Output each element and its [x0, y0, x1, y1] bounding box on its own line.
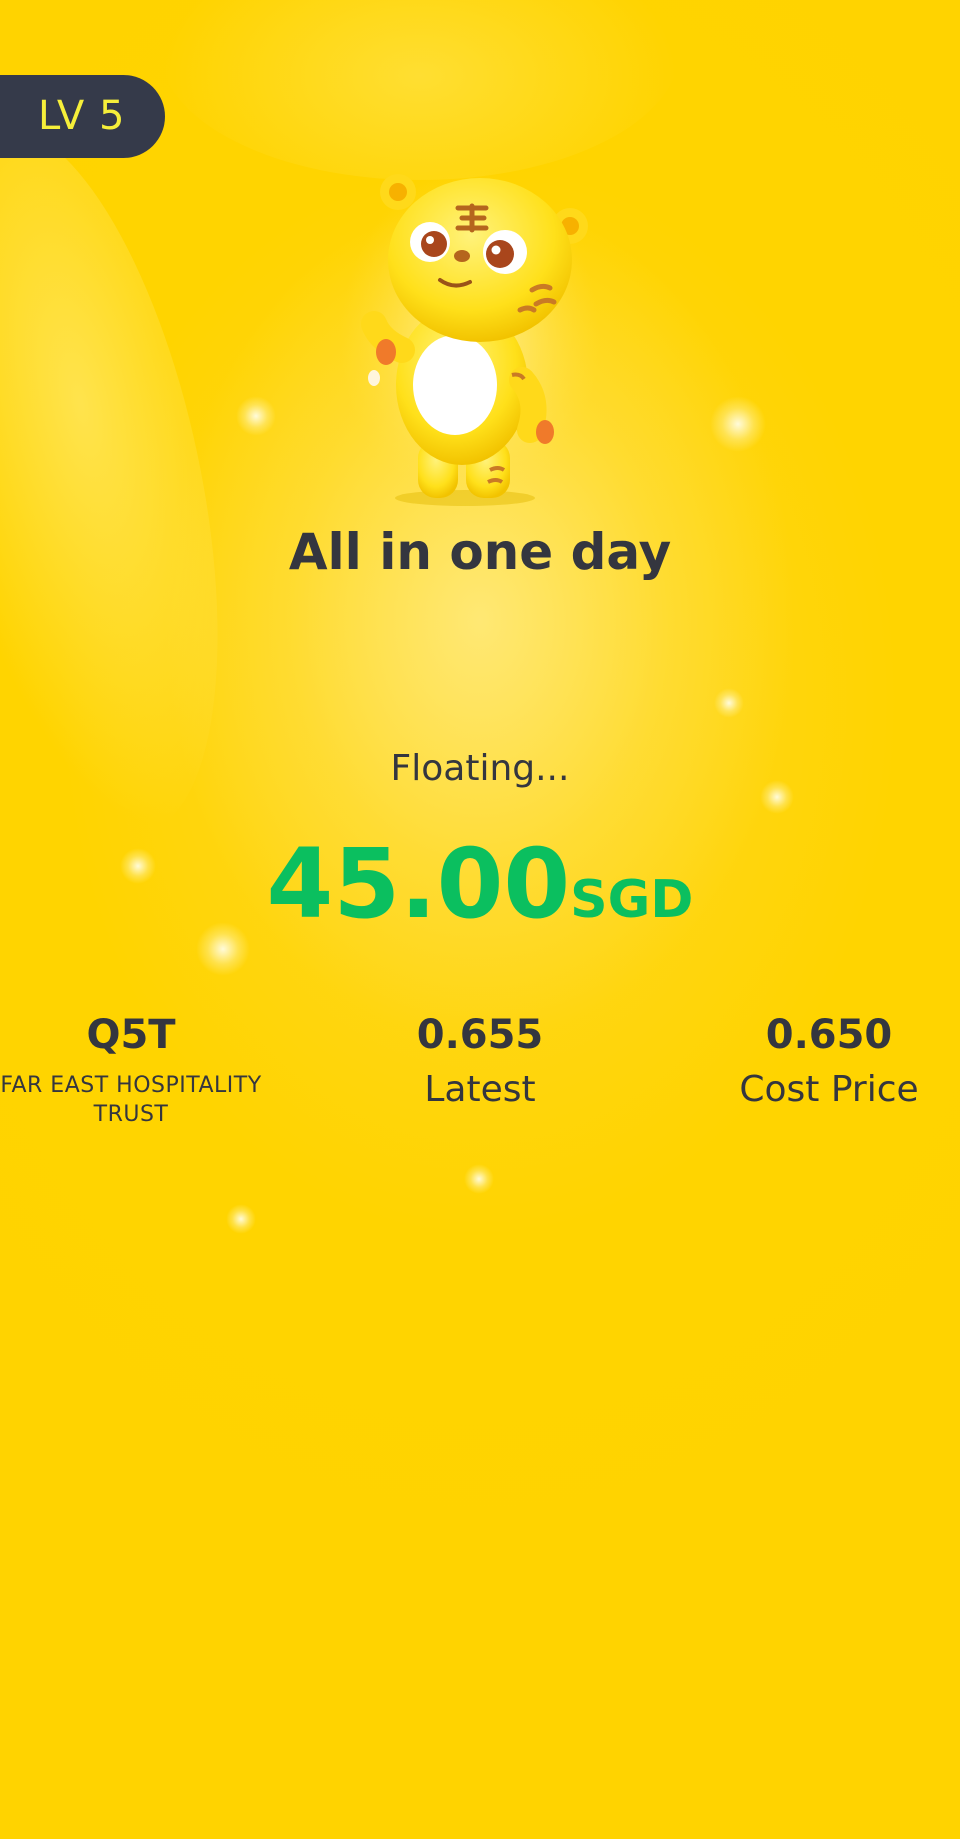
- headline: All in one day: [288, 523, 672, 581]
- stock-name-line1: FAR EAST HOSPITALITY: [0, 1073, 262, 1098]
- stock-name-line2: TRUST: [93, 1102, 169, 1127]
- profit-value: 45.00: [266, 828, 571, 940]
- stock-symbol-block: Q5T FAR EAST HOSPITALITY TRUST: [0, 1007, 262, 1129]
- stock-symbol: Q5T: [86, 1012, 176, 1058]
- background-swirl-left: [0, 100, 273, 860]
- status-label: Floating...: [390, 748, 570, 789]
- sparkle: [710, 396, 766, 452]
- latest-price-block: 0.655 Latest: [349, 1007, 611, 1113]
- sparkle: [226, 1204, 256, 1234]
- sparkle: [464, 1164, 494, 1194]
- stock-name: FAR EAST HOSPITALITY TRUST: [0, 1071, 262, 1129]
- sparkle: [714, 688, 744, 718]
- share-card-screen: LV 5 All in one day Floating... 45.00SGD…: [0, 0, 960, 1839]
- sparkle: [236, 396, 276, 436]
- profit-currency: SGD: [570, 870, 694, 930]
- background-swirl-top: [160, 0, 680, 180]
- cost-price-label: Cost Price: [739, 1069, 919, 1110]
- latest-price-label: Latest: [424, 1069, 536, 1110]
- tiger-mascot-icon: [340, 170, 600, 510]
- level-badge: LV 5: [0, 75, 165, 158]
- cost-price-value: 0.650: [765, 1012, 893, 1058]
- latest-price-value: 0.655: [416, 1012, 544, 1058]
- cost-price-block: 0.650 Cost Price: [698, 1007, 960, 1113]
- profit-amount: 45.00SGD: [0, 828, 960, 940]
